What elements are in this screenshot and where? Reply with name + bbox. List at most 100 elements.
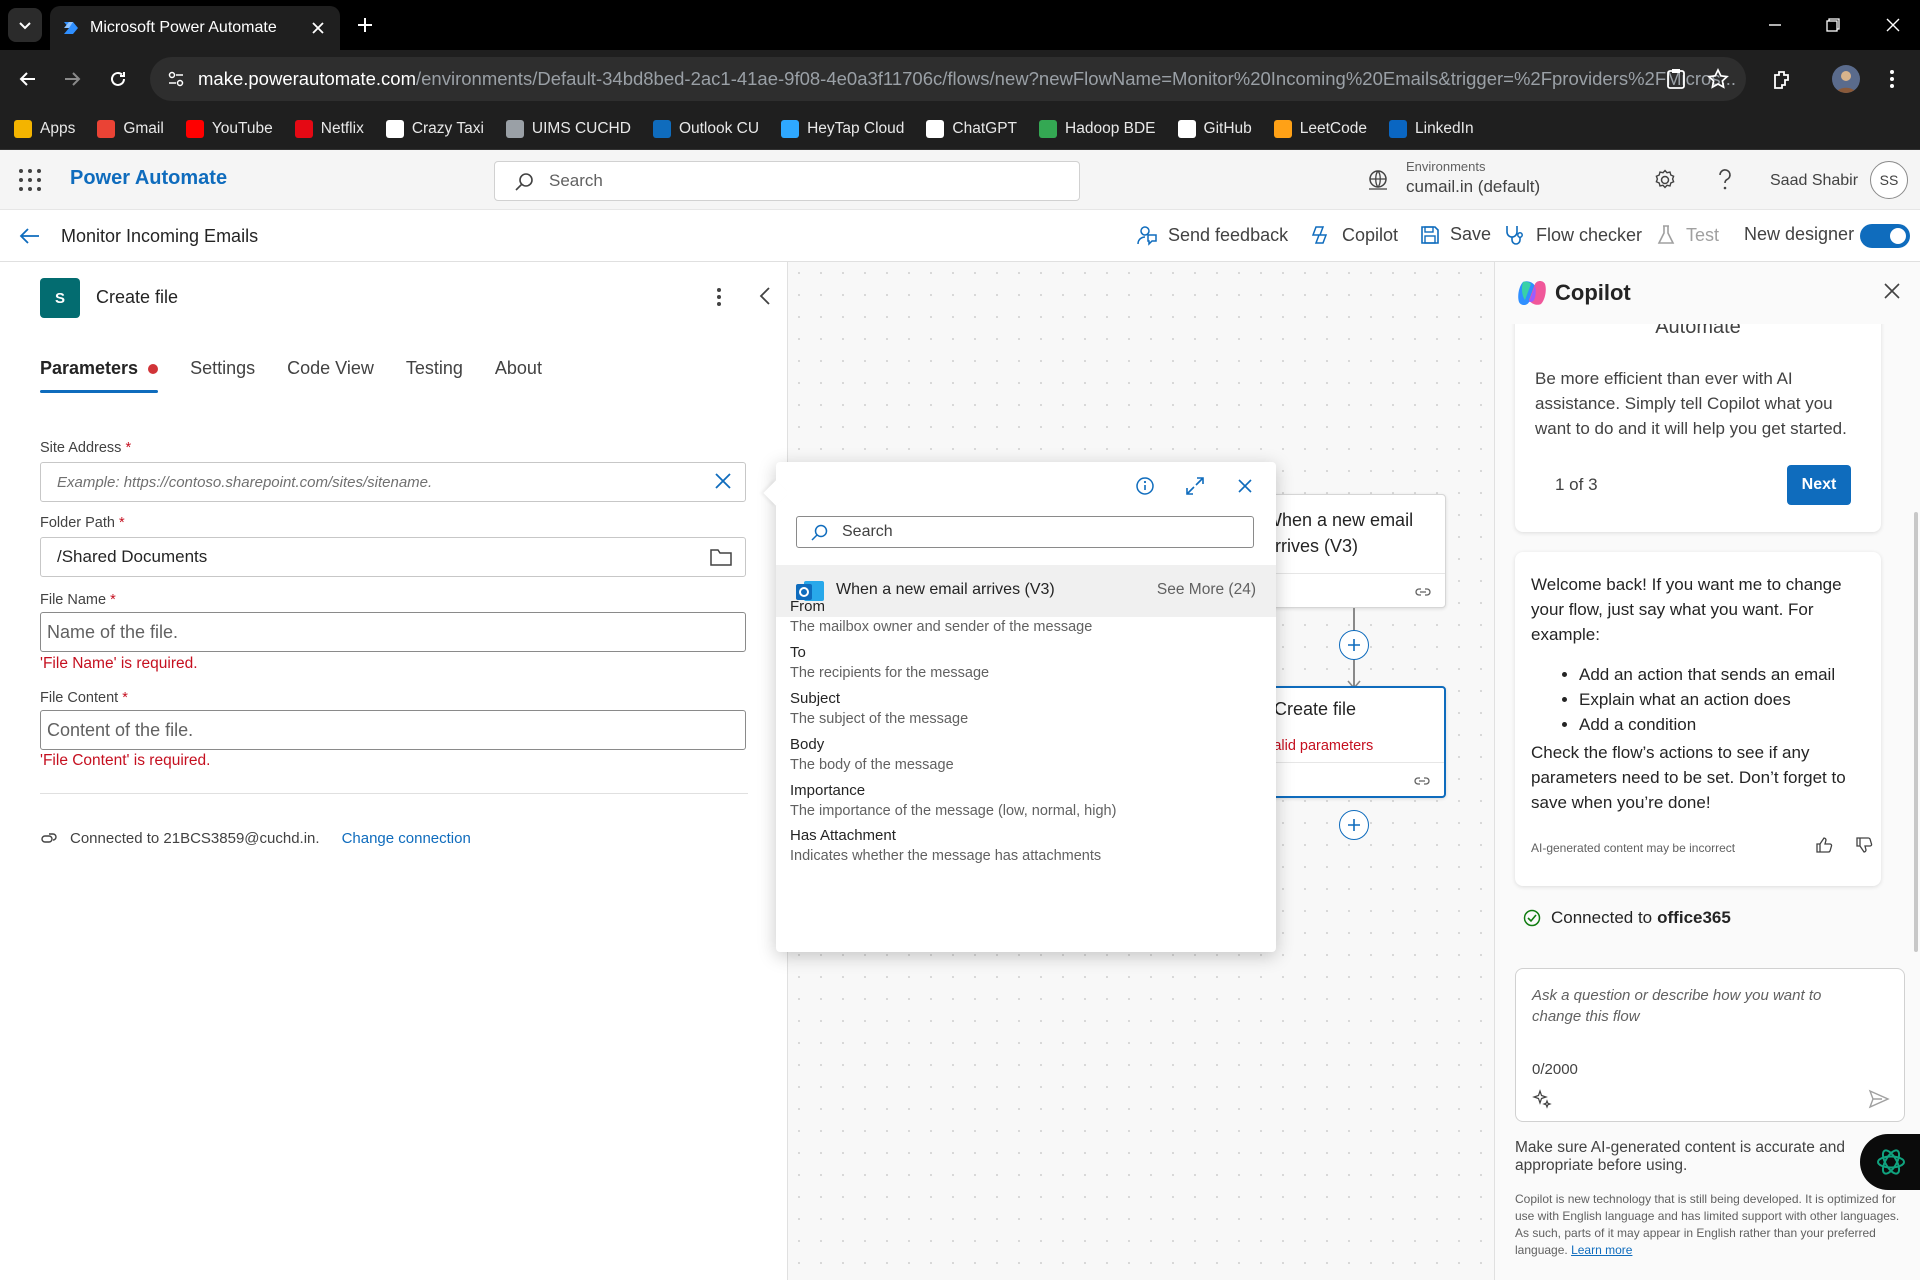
add-step-plus-icon[interactable] — [1339, 810, 1369, 840]
token-has-attachment[interactable]: Has Attachment Indicates whether the mess… — [790, 827, 1101, 864]
site-address-label-text: Site Address — [40, 440, 122, 456]
file-content-error: 'File Content' is required. — [40, 752, 211, 769]
minimize-button[interactable] — [1762, 12, 1788, 38]
file-name-input[interactable]: Name of the file. — [40, 612, 746, 652]
back-arrow-icon[interactable] — [18, 224, 42, 248]
token-to[interactable]: To The recipients for the message — [790, 644, 989, 681]
see-more-link[interactable]: See More (24) — [1157, 581, 1256, 599]
browser-tab[interactable]: Microsoft Power Automate — [50, 6, 340, 50]
thumbs-down-icon[interactable] — [1855, 836, 1873, 854]
sparkle-prompts-icon[interactable] — [1532, 1089, 1552, 1109]
app-name[interactable]: Power Automate — [70, 167, 227, 190]
bookmark-uims-cuchd[interactable]: UIMS CUCHD — [505, 119, 631, 138]
bookmark-crazy-taxi[interactable]: Crazy Taxi — [385, 119, 484, 138]
site-info-icon[interactable] — [164, 67, 188, 91]
divider — [40, 793, 748, 794]
more-options-icon[interactable] — [716, 286, 722, 308]
tab-about[interactable]: About — [495, 358, 542, 393]
token-name: Has Attachment — [790, 827, 896, 844]
char-count: 0/2000 — [1532, 1061, 1578, 1078]
restore-button[interactable] — [1820, 12, 1846, 38]
close-copilot-icon[interactable] — [1883, 282, 1901, 300]
bookmarks-bar: Apps Gmail YouTube Netflix Crazy Taxi UIMS CU… — [0, 108, 1920, 150]
learn-more-link[interactable]: Learn more — [1571, 1243, 1632, 1257]
profile-avatar[interactable] — [1832, 65, 1860, 93]
tab-parameters[interactable]: Parameters — [40, 358, 159, 393]
file-content-input[interactable]: Content of the file. — [40, 710, 746, 750]
bookmark-leetcode[interactable]: LeetCode — [1273, 119, 1367, 138]
bookmark-github[interactable]: GitHub — [1177, 119, 1252, 138]
info-icon[interactable] — [1132, 473, 1158, 499]
user-avatar[interactable]: SS — [1870, 161, 1908, 199]
new-tab-button[interactable] — [352, 12, 378, 38]
clear-icon[interactable] — [713, 471, 733, 491]
token-body[interactable]: Body The body of the message — [790, 736, 954, 773]
example-item: Add a condition — [1579, 712, 1835, 737]
address-bar[interactable]: make.powerautomate.com/environments/Defa… — [150, 57, 1746, 101]
bookmark-youtube[interactable]: YouTube — [185, 119, 273, 138]
collapse-panel-icon[interactable] — [758, 286, 772, 306]
flow-name[interactable]: Monitor Incoming Emails — [61, 226, 258, 247]
forward-button[interactable] — [58, 65, 86, 93]
file-content-label: File Content * — [40, 690, 128, 706]
bookmark-netflix[interactable]: Netflix — [294, 119, 364, 138]
thumbs-up-icon[interactable] — [1815, 836, 1833, 854]
token-importance[interactable]: Importance The importance of the message … — [790, 782, 1116, 819]
back-button[interactable] — [14, 65, 42, 93]
bookmark-label: Apps — [40, 119, 76, 137]
send-icon[interactable] — [1868, 1089, 1890, 1109]
copilot-ask-input[interactable]: Ask a question or describe how you want … — [1515, 968, 1905, 1122]
bookmark-linkedin[interactable]: LinkedIn — [1389, 119, 1474, 138]
kebab-menu-icon[interactable] — [1880, 67, 1904, 91]
bookmark-label: Outlook CU — [678, 119, 760, 137]
app-launcher-icon[interactable] — [18, 168, 42, 192]
send-feedback-button[interactable]: Send feedback — [1136, 224, 1288, 246]
browser-toolbar: make.powerautomate.com/environments/Defa… — [0, 50, 1920, 108]
environment-value[interactable]: cumail.in (default) — [1406, 177, 1540, 197]
trigger-card[interactable]: When a new email arrives (V3) — [1256, 494, 1446, 608]
header-search-input[interactable]: Search — [494, 161, 1080, 201]
save-button[interactable]: Save — [1420, 224, 1491, 245]
bookmark-outlook-cu[interactable]: Outlook CU — [652, 119, 760, 138]
bookmark-gmail[interactable]: Gmail — [97, 119, 164, 138]
bookmark-apps[interactable]: Apps — [14, 119, 76, 138]
dynamic-content-search-input[interactable]: Search — [796, 516, 1254, 548]
expand-icon[interactable] — [1182, 473, 1208, 499]
insert-step-plus-icon[interactable] — [1339, 630, 1369, 660]
clipboard-icon[interactable] — [1664, 67, 1688, 91]
test-button[interactable]: Test — [1656, 224, 1719, 246]
bookmark-heytap-cloud[interactable]: HeyTap Cloud — [781, 119, 904, 138]
close-icon[interactable] — [1232, 473, 1258, 499]
flow-checker-button[interactable]: Flow checker — [1504, 224, 1642, 246]
environment-icon[interactable] — [1366, 168, 1390, 192]
next-button[interactable]: Next — [1787, 465, 1851, 505]
new-designer-toggle[interactable] — [1860, 224, 1910, 248]
tab-testing[interactable]: Testing — [406, 358, 463, 393]
change-connection-link[interactable]: Change connection — [342, 830, 471, 847]
bookmark-chatgpt[interactable]: ChatGPT — [926, 119, 1017, 138]
user-name: Saad Shabir — [1770, 172, 1859, 189]
token-from[interactable]: From The mailbox owner and sender of the … — [790, 598, 1092, 635]
tab-code-view[interactable]: Code View — [287, 358, 374, 393]
tab-settings[interactable]: Settings — [190, 358, 255, 393]
bookmark-hadoop-bde[interactable]: Hadoop BDE — [1039, 119, 1156, 138]
copilot-header: Copilot — [1495, 262, 1920, 324]
copilot-scrollbar[interactable] — [1914, 512, 1918, 952]
folder-icon[interactable] — [709, 546, 733, 568]
site-address-input[interactable]: Example: https://contoso.sharepoint.com/… — [40, 462, 746, 502]
folder-path-input[interactable]: /Shared Documents — [40, 537, 746, 577]
chatgpt-extension-button[interactable] — [1860, 1134, 1920, 1190]
tab-search-button[interactable] — [8, 8, 42, 42]
create-file-card[interactable]: Create file nvalid parameters — [1256, 686, 1446, 798]
action-title[interactable]: Create file — [96, 287, 178, 308]
tab-close-icon[interactable] — [308, 18, 328, 38]
close-window-button[interactable] — [1880, 12, 1906, 38]
settings-gear-icon[interactable] — [1652, 167, 1678, 193]
copilot-button[interactable]: Copilot — [1310, 224, 1398, 246]
token-subject[interactable]: Subject The subject of the message — [790, 690, 968, 727]
help-icon[interactable] — [1712, 167, 1738, 193]
required-mark: * — [122, 690, 128, 706]
reload-button[interactable] — [104, 65, 132, 93]
bookmark-star-icon[interactable] — [1706, 67, 1730, 91]
extensions-icon[interactable] — [1770, 67, 1794, 91]
